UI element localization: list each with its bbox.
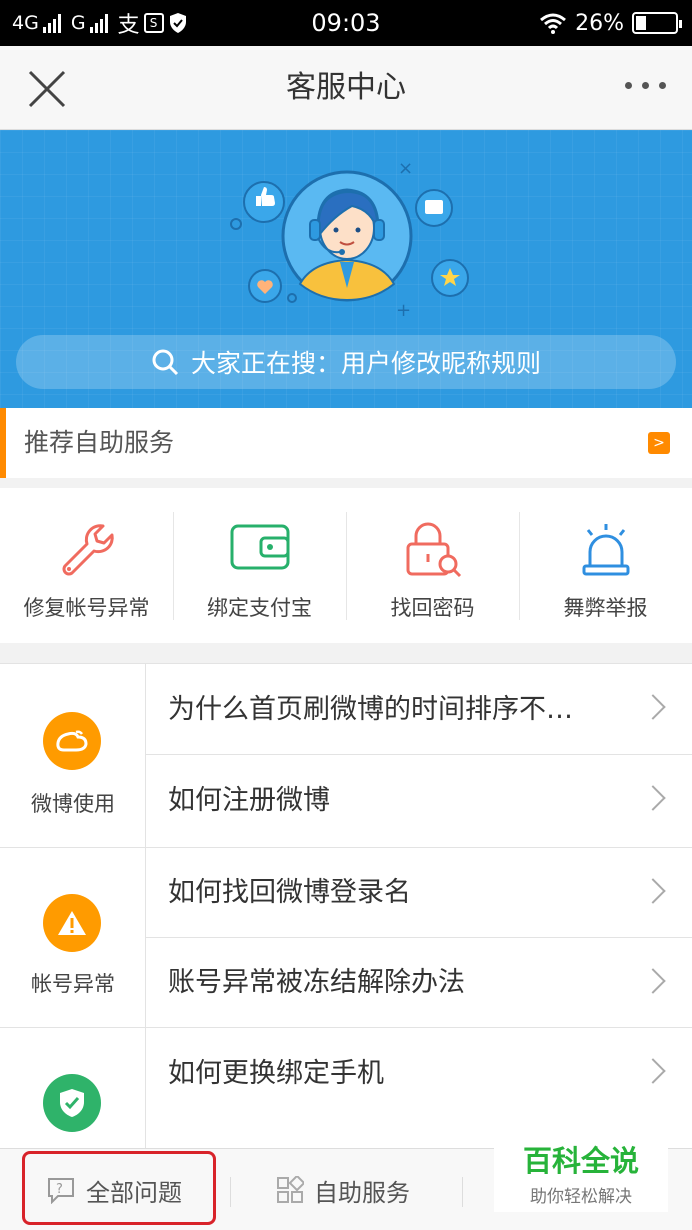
faq-category-weibo-usage[interactable]: 微博使用 — [0, 664, 146, 847]
faq-question-row[interactable]: 账号异常被冻结解除办法 — [146, 938, 692, 1028]
service-label: 修复帐号异常 — [23, 596, 150, 620]
faq-question: 如何找回微博登录名 — [168, 877, 411, 908]
search-bar[interactable]: 大家正在搜：用户修改昵称规则 — [16, 335, 676, 389]
faq-category-security[interactable] — [0, 1028, 146, 1167]
chevron-right-icon — [640, 1058, 666, 1084]
wifi-icon — [540, 13, 567, 34]
hero-banner: × + 大家正在搜：用户修改昵称规则 — [0, 130, 692, 408]
weibo-icon — [43, 712, 101, 770]
self-service-grid: 修复帐号异常 绑定支付宝 找回密码 舞弊举报 — [0, 488, 692, 643]
recommend-title: 推荐自助服务 — [24, 428, 175, 457]
battery-percent: 26% — [575, 10, 624, 36]
customer-service-illustration: × + — [230, 158, 469, 321]
service-bind-alipay[interactable]: 绑定支付宝 — [173, 488, 346, 643]
recommend-section-header[interactable]: 推荐自助服务 > — [0, 408, 692, 478]
search-icon — [152, 349, 179, 376]
shield-check-icon — [43, 1074, 101, 1132]
faq-question: 账号异常被冻结解除办法 — [168, 967, 465, 998]
faq-question: 为什么首页刷微博的时间排序不… — [168, 694, 573, 725]
faq-category-account-abnormal[interactable]: 帐号异常 — [0, 848, 146, 1027]
faq-question-row[interactable]: 为什么首页刷微博的时间排序不… — [146, 664, 692, 755]
wrench-icon — [62, 524, 114, 576]
tab-self-service[interactable]: 自助服务 — [276, 1149, 410, 1230]
chevron-right-icon[interactable]: > — [648, 432, 670, 454]
faq-question: 如何注册微博 — [168, 785, 330, 816]
faq-group-weibo-usage: 微博使用 为什么首页刷微博的时间排序不… 如何注册微博 — [0, 663, 692, 847]
service-fraud-report[interactable]: 舞弊举报 — [519, 488, 692, 643]
chevron-right-icon — [640, 968, 666, 994]
tab-label: 自助服务 — [314, 1178, 410, 1207]
status-right: 26% — [539, 8, 682, 38]
service-label: 绑定支付宝 — [207, 596, 312, 620]
faq-group-account-abnormal: 帐号异常 如何找回微博登录名 账号异常被冻结解除办法 — [0, 847, 692, 1027]
battery-icon — [632, 12, 682, 34]
search-hint: 大家正在搜：用户修改昵称规则 — [190, 349, 541, 378]
service-recover-password[interactable]: 找回密码 — [346, 488, 519, 643]
chevron-right-icon — [640, 694, 666, 720]
more-icon[interactable] — [625, 82, 666, 89]
service-label: 找回密码 — [390, 596, 475, 620]
status-bar: 4G G 支 S 09:03 26% — [0, 0, 692, 46]
watermark-subtitle: 助你轻松解决 — [530, 1187, 632, 1207]
watermark-title: 百科全说 — [522, 1144, 639, 1178]
faq-question-row[interactable]: 如何更换绑定手机 — [146, 1028, 692, 1119]
svg-text:×: × — [398, 158, 413, 179]
service-label: 舞弊举报 — [563, 596, 648, 620]
faq-question-row[interactable]: 如何注册微博 — [146, 755, 692, 846]
service-fix-account[interactable]: 修复帐号异常 — [0, 488, 173, 643]
faq-list: 微博使用 为什么首页刷微博的时间排序不… 如何注册微博 帐号异常 如何找回微博登… — [0, 663, 692, 1167]
faq-category-label: 帐号异常 — [31, 972, 115, 996]
nav-bar: 客服中心 — [0, 46, 692, 130]
lock-search-icon — [406, 522, 461, 578]
chevron-right-icon — [640, 878, 666, 904]
faq-category-label: 微博使用 — [31, 792, 115, 816]
wallet-icon — [230, 524, 289, 570]
alarm-icon — [582, 524, 629, 576]
page-title: 客服中心 — [286, 70, 406, 105]
tab-divider — [230, 1177, 231, 1207]
grid-icon — [277, 1176, 304, 1203]
svg-text:+: + — [396, 300, 411, 321]
tab-divider — [462, 1177, 463, 1207]
faq-question: 如何更换绑定手机 — [168, 1058, 384, 1089]
faq-question-row[interactable]: 如何找回微博登录名 — [146, 848, 692, 938]
warning-icon — [43, 894, 101, 952]
watermark: 百科全说 助你轻松解决 — [494, 1134, 668, 1212]
highlight-annotation — [22, 1151, 216, 1225]
chevron-right-icon — [640, 785, 666, 811]
